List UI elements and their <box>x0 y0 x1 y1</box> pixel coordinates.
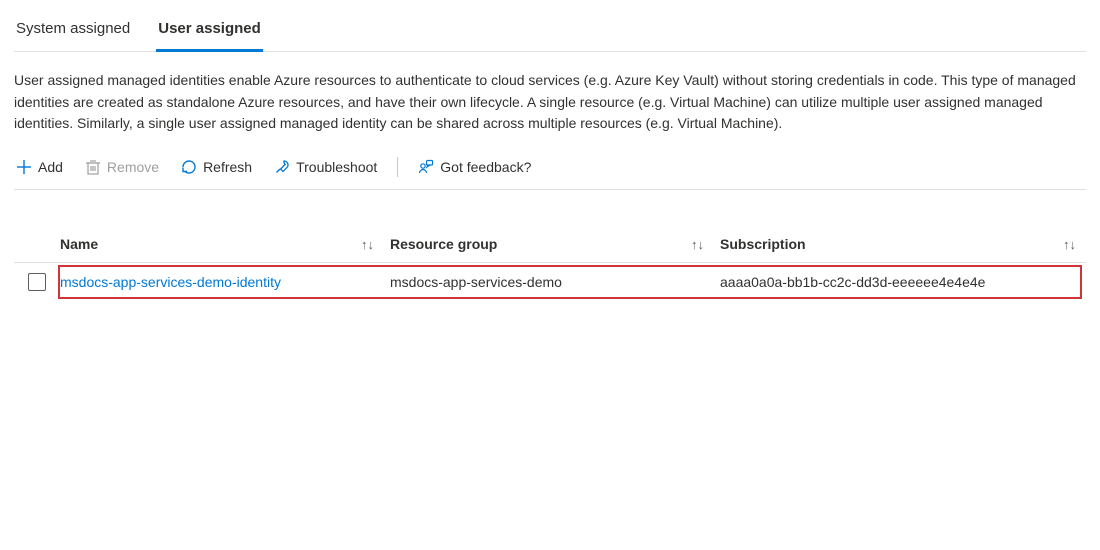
column-header-subscription[interactable]: Subscription ↑↓ <box>720 236 1086 252</box>
toolbar-divider <box>397 157 398 177</box>
add-label: Add <box>38 159 63 175</box>
row-checkbox[interactable] <box>28 273 46 291</box>
table-header: Name ↑↓ Resource group ↑↓ Subscription ↑… <box>14 226 1086 263</box>
refresh-button[interactable]: Refresh <box>179 155 254 179</box>
person-feedback-icon <box>418 159 434 175</box>
toolbar: Add Remove Refresh Troubleshoot Got feed… <box>14 149 1086 190</box>
feedback-label: Got feedback? <box>440 159 531 175</box>
refresh-icon <box>181 159 197 175</box>
tab-user-assigned[interactable]: User assigned <box>156 12 263 52</box>
tabs: System assigned User assigned <box>14 0 1086 52</box>
identity-name-link[interactable]: msdocs-app-services-demo-identity <box>60 274 281 290</box>
identities-table: Name ↑↓ Resource group ↑↓ Subscription ↑… <box>14 226 1086 301</box>
column-header-resource-group[interactable]: Resource group ↑↓ <box>390 236 720 252</box>
column-sub-label: Subscription <box>720 236 806 252</box>
sort-icon: ↑↓ <box>1063 237 1076 252</box>
feedback-button[interactable]: Got feedback? <box>416 155 533 179</box>
column-name-label: Name <box>60 236 98 252</box>
column-rg-label: Resource group <box>390 236 497 252</box>
remove-button: Remove <box>83 155 161 179</box>
troubleshoot-button[interactable]: Troubleshoot <box>272 155 379 179</box>
sort-icon: ↑↓ <box>691 237 704 252</box>
description-text: User assigned managed identities enable … <box>14 52 1086 149</box>
plus-icon <box>16 159 32 175</box>
remove-label: Remove <box>107 159 159 175</box>
sort-icon: ↑↓ <box>361 237 374 252</box>
refresh-label: Refresh <box>203 159 252 175</box>
add-button[interactable]: Add <box>14 155 65 179</box>
table-row: msdocs-app-services-demo-identity msdocs… <box>14 263 1086 301</box>
trash-icon <box>85 159 101 175</box>
wrench-icon <box>274 159 290 175</box>
troubleshoot-label: Troubleshoot <box>296 159 377 175</box>
identity-resource-group: msdocs-app-services-demo <box>390 274 562 290</box>
column-header-name[interactable]: Name ↑↓ <box>60 236 390 252</box>
tab-system-assigned[interactable]: System assigned <box>14 12 132 52</box>
identity-subscription: aaaa0a0a-bb1b-cc2c-dd3d-eeeeee4e4e4e <box>720 274 985 290</box>
